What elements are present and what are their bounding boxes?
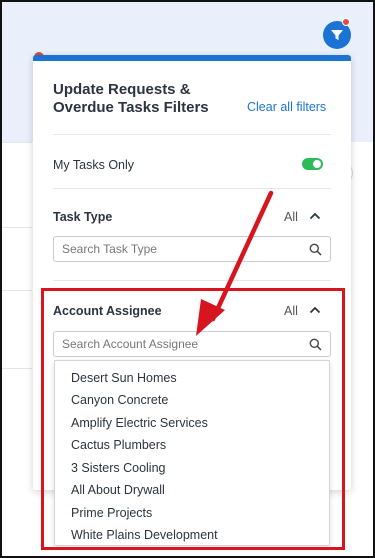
my-tasks-label: My Tasks Only bbox=[53, 158, 135, 172]
search-icon bbox=[309, 338, 322, 351]
divider bbox=[53, 280, 331, 281]
account-assignee-search[interactable] bbox=[53, 331, 331, 357]
assignee-option[interactable]: 3 Sisters Cooling bbox=[71, 461, 166, 475]
account-assignee-options: Desert Sun Homes Canyon Concrete Amplify… bbox=[54, 360, 330, 546]
chevron-up-icon[interactable] bbox=[309, 212, 321, 220]
account-assignee-search-input[interactable] bbox=[62, 336, 297, 352]
assignee-option[interactable]: Amplify Electric Services bbox=[71, 416, 208, 430]
divider bbox=[53, 188, 331, 189]
assignee-option[interactable]: White Plains Development bbox=[71, 528, 218, 542]
search-icon bbox=[309, 243, 322, 256]
account-assignee-value: All bbox=[284, 304, 298, 318]
background-divider bbox=[2, 142, 32, 143]
divider bbox=[53, 134, 331, 135]
clear-all-filters-link[interactable]: Clear all filters bbox=[247, 100, 326, 114]
assignee-option[interactable]: Cactus Plumbers bbox=[71, 438, 166, 452]
task-type-search[interactable] bbox=[53, 236, 331, 262]
filter-icon bbox=[331, 30, 343, 40]
task-type-label: Task Type bbox=[53, 210, 113, 224]
my-tasks-toggle[interactable] bbox=[302, 158, 323, 170]
panel-title: Update Requests & Overdue Tasks Filters bbox=[53, 81, 209, 116]
screenshot-frame: Update Requests & Overdue Tasks Filters … bbox=[0, 0, 375, 558]
background-divider bbox=[2, 368, 32, 369]
assignee-option[interactable]: Desert Sun Homes bbox=[71, 371, 177, 385]
assignee-option[interactable]: Prime Projects bbox=[71, 506, 152, 520]
task-type-search-input[interactable] bbox=[62, 241, 297, 257]
assignee-option[interactable]: All About Drywall bbox=[71, 483, 165, 497]
assignee-option[interactable]: Canyon Concrete bbox=[71, 393, 168, 407]
chevron-up-icon[interactable] bbox=[309, 306, 321, 314]
filter-active-badge bbox=[342, 18, 350, 26]
account-assignee-label: Account Assignee bbox=[53, 304, 162, 318]
background-divider bbox=[2, 290, 32, 291]
background-divider bbox=[2, 227, 32, 228]
task-type-value: All bbox=[284, 210, 298, 224]
